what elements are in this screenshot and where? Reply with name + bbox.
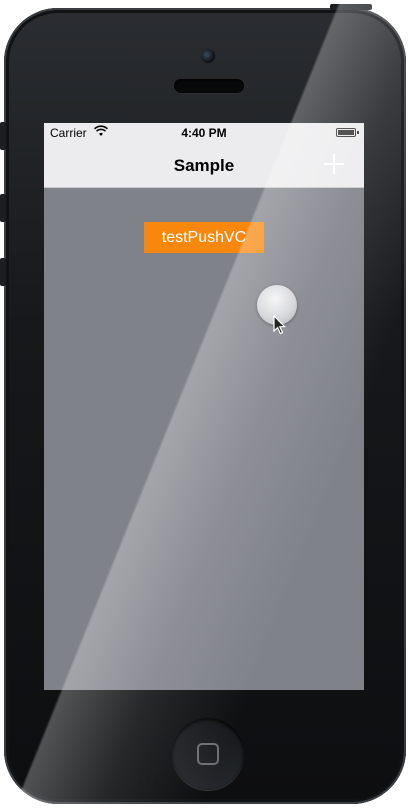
test-push-vc-button[interactable]: testPushVC <box>144 222 264 253</box>
home-square-icon <box>197 743 219 765</box>
home-button[interactable] <box>172 718 244 790</box>
assistive-touch-icon[interactable] <box>257 285 297 325</box>
earpiece-speaker <box>174 79 244 93</box>
add-plus-icon[interactable] <box>322 152 346 176</box>
volume-up-button[interactable] <box>0 194 6 222</box>
status-bar: Carrier 4:40 PM <box>44 123 364 143</box>
navigation-bar: Sample <box>44 143 364 188</box>
volume-down-button[interactable] <box>0 258 6 286</box>
simulator-screen: Carrier 4:40 PM Sample testPushVC <box>44 123 364 690</box>
battery-icon <box>336 128 359 137</box>
power-button[interactable] <box>330 4 372 10</box>
mute-switch[interactable] <box>0 122 6 150</box>
status-time: 4:40 PM <box>181 126 227 140</box>
nav-title: Sample <box>173 156 235 175</box>
front-camera <box>201 49 215 63</box>
